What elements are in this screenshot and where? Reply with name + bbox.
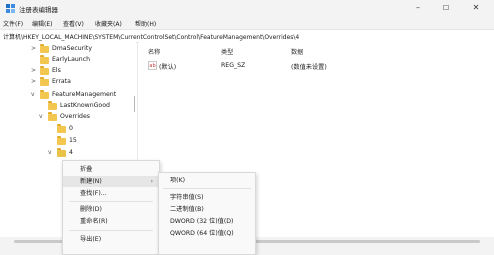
value-data: (数值未设置) bbox=[291, 64, 327, 71]
tree-item-label: LastKnownGood bbox=[60, 102, 110, 109]
tree-item-els[interactable]: > Els bbox=[0, 66, 136, 76]
column-header-name[interactable]: 名称 bbox=[148, 47, 160, 56]
menu-file[interactable]: 文件(F) bbox=[3, 19, 23, 28]
menu-divider bbox=[69, 230, 153, 231]
tree-item-label: DmaSecurity bbox=[52, 45, 92, 52]
ctx-export[interactable]: 导出(E) bbox=[63, 234, 159, 245]
tree-item-label: Overrides bbox=[60, 113, 90, 120]
chevron-right-icon: › bbox=[150, 178, 153, 185]
tree-item-label: 0 bbox=[69, 125, 73, 132]
chevron-down-icon[interactable]: v bbox=[48, 148, 52, 158]
chevron-right-icon[interactable]: > bbox=[31, 66, 36, 76]
ctx-new-label: 新建(N) bbox=[80, 178, 102, 185]
folder-icon bbox=[48, 101, 57, 110]
context-menu: 折叠 新建(N) › 查找(F)... 删除(D) 重命名(R) 导出(E) bbox=[62, 160, 160, 255]
address-bar[interactable]: 计算机\HKEY_LOCAL_MACHINE\SYSTEM\CurrentCon… bbox=[0, 29, 494, 43]
maximize-button[interactable]: ☐ bbox=[432, 1, 460, 15]
tree-item-label: EarlyLaunch bbox=[52, 56, 91, 63]
submenu-dword-value[interactable]: DWORD (32 位)值(D) bbox=[159, 216, 255, 227]
ctx-find[interactable]: 查找(F)... bbox=[63, 188, 159, 199]
value-name: (默认) bbox=[159, 64, 177, 71]
folder-icon bbox=[57, 124, 66, 133]
window-title: 注册表编辑器 bbox=[19, 6, 58, 14]
value-type: REG_SZ bbox=[221, 62, 246, 69]
tree-item-4-selected[interactable]: v 4 bbox=[0, 148, 136, 158]
submenu-key[interactable]: 项(K) bbox=[159, 175, 255, 186]
new-submenu: 项(K) 字符串值(S) 二进制值(B) DWORD (32 位)值(D) QW… bbox=[158, 172, 256, 255]
tree-item-label: 4 bbox=[69, 149, 73, 156]
submenu-binary-value[interactable]: 二进制值(B) bbox=[159, 204, 255, 215]
close-button[interactable]: ✕ bbox=[462, 1, 490, 15]
tree-item-featuremanagement[interactable]: v FeatureManagement bbox=[0, 90, 136, 100]
ctx-collapse[interactable]: 折叠 bbox=[63, 164, 159, 175]
title-bar: 注册表编辑器 – ☐ ✕ bbox=[0, 0, 494, 17]
menu-divider bbox=[163, 188, 251, 189]
chevron-right-icon[interactable]: > bbox=[31, 44, 36, 54]
string-value-icon: ab bbox=[148, 61, 157, 70]
tree-scroll-indicator[interactable] bbox=[134, 96, 135, 112]
menu-bar: 文件(F) 编辑(E) 查看(V) 收藏夹(A) 帮助(H) bbox=[0, 17, 494, 29]
folder-icon bbox=[40, 66, 49, 75]
folder-icon bbox=[40, 44, 49, 53]
menu-favorites[interactable]: 收藏夹(A) bbox=[95, 19, 122, 28]
menu-view[interactable]: 查看(V) bbox=[63, 19, 84, 28]
tree-item-15[interactable]: 15 bbox=[0, 136, 136, 146]
tree-item-label: FeatureManagement bbox=[52, 91, 117, 98]
folder-open-icon bbox=[57, 148, 66, 157]
tree-item-label: 15 bbox=[69, 137, 77, 144]
tree-item-lastknowngood[interactable]: LastKnownGood bbox=[0, 101, 136, 111]
folder-icon bbox=[40, 77, 49, 86]
column-header-data[interactable]: 数据 bbox=[291, 47, 303, 56]
registry-editor-window: 注册表编辑器 – ☐ ✕ 文件(F) 编辑(E) 查看(V) 收藏夹(A) 帮助… bbox=[0, 0, 494, 255]
registry-editor-icon bbox=[6, 4, 15, 13]
tree-item-label: Errata bbox=[52, 78, 71, 85]
menu-help[interactable]: 帮助(H) bbox=[135, 19, 156, 28]
ctx-rename[interactable]: 重命名(R) bbox=[63, 216, 159, 227]
chevron-right-icon[interactable]: > bbox=[31, 77, 36, 87]
ctx-new[interactable]: 新建(N) › bbox=[63, 176, 159, 187]
folder-icon bbox=[40, 55, 49, 64]
tree-item-earlylaunch[interactable]: EarlyLaunch bbox=[0, 55, 136, 65]
chevron-down-icon[interactable]: v bbox=[31, 90, 35, 100]
submenu-string-value[interactable]: 字符串值(S) bbox=[159, 192, 255, 203]
submenu-qword-value[interactable]: QWORD (64 位)值(Q) bbox=[159, 228, 255, 239]
column-header-type[interactable]: 类型 bbox=[221, 47, 233, 56]
tree-item-0[interactable]: 0 bbox=[0, 124, 136, 134]
menu-edit[interactable]: 编辑(E) bbox=[32, 19, 52, 28]
address-path: 计算机\HKEY_LOCAL_MACHINE\SYSTEM\CurrentCon… bbox=[3, 34, 300, 41]
tree-item-errata[interactable]: > Errata bbox=[0, 77, 136, 87]
chevron-down-icon[interactable]: v bbox=[39, 112, 43, 122]
folder-open-icon bbox=[48, 112, 57, 121]
tree-item-overrides[interactable]: v Overrides bbox=[0, 112, 136, 122]
minimize-button[interactable]: – bbox=[404, 1, 432, 15]
folder-open-icon bbox=[40, 90, 49, 99]
tree-item-label: Els bbox=[52, 67, 61, 74]
menu-divider bbox=[69, 201, 153, 202]
folder-icon bbox=[57, 136, 66, 145]
ctx-delete[interactable]: 删除(D) bbox=[63, 204, 159, 215]
tree-item-dmasecurity[interactable]: > DmaSecurity bbox=[0, 44, 136, 54]
